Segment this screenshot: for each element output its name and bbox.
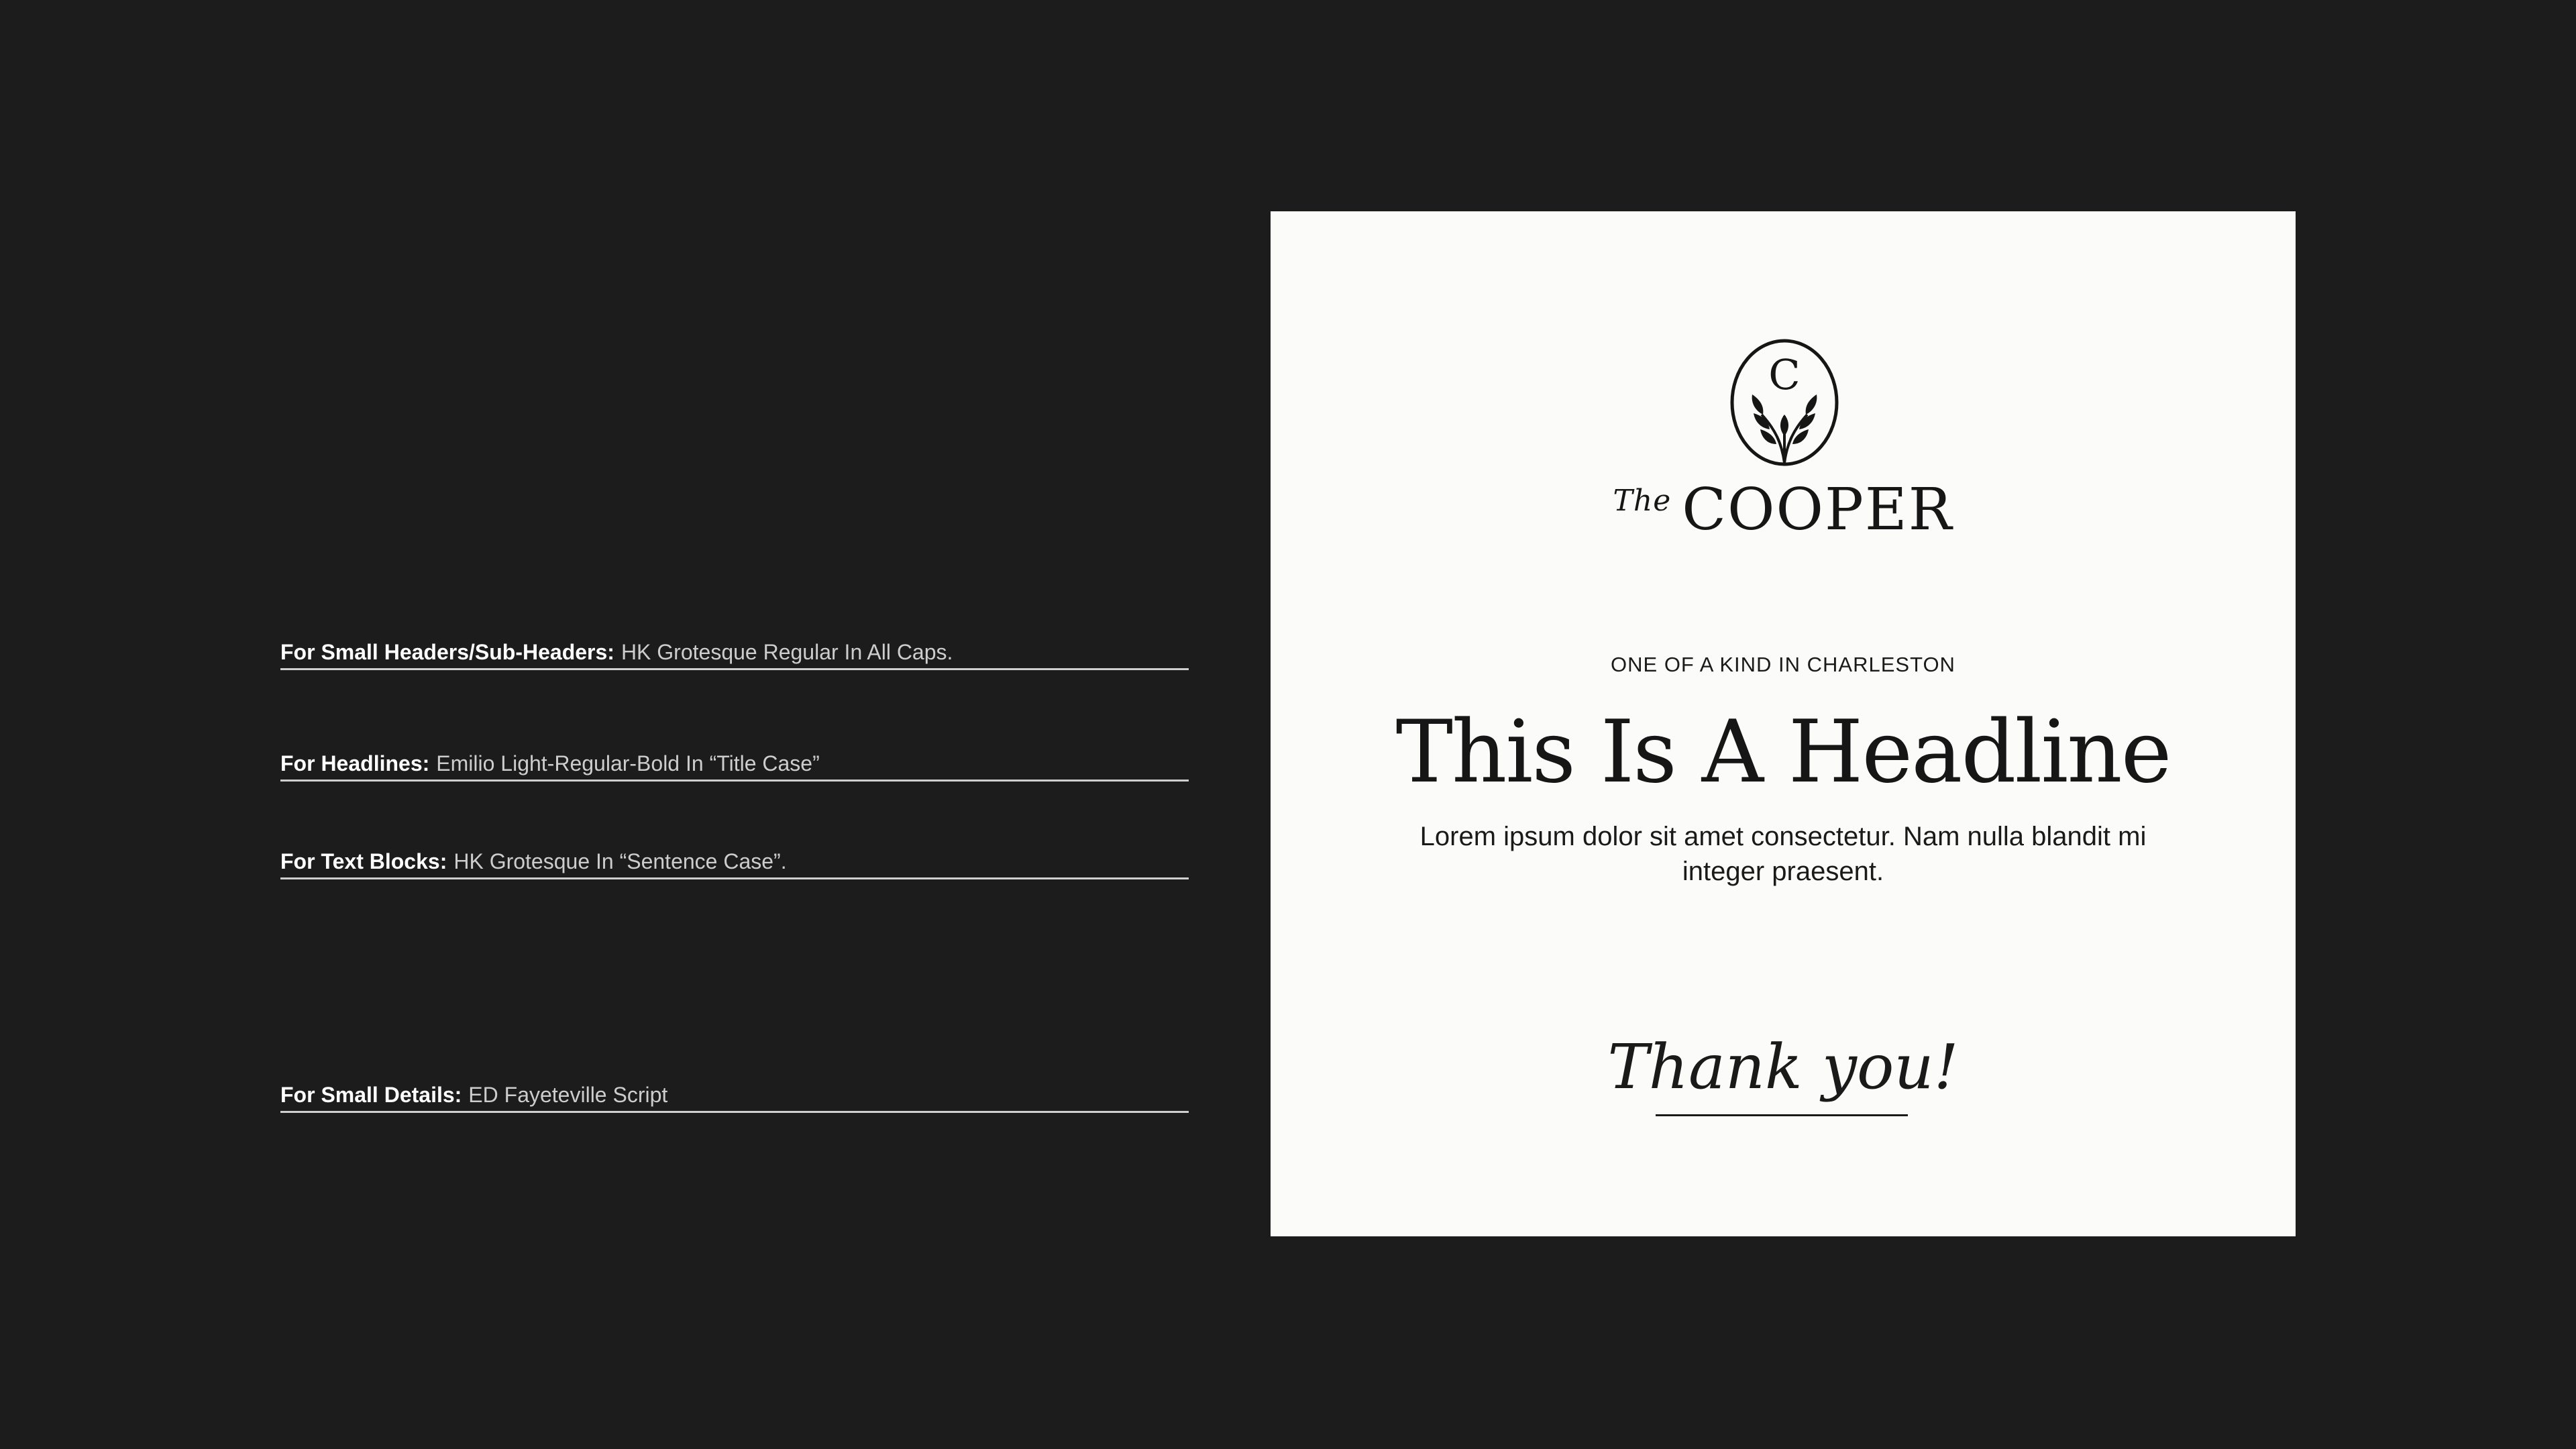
spec-description: ED Fayeteville Script	[468, 1083, 668, 1107]
logo-prefix: The	[1613, 484, 1672, 518]
spec-description: Emilio Light-Regular-Bold In “Title Case…	[436, 751, 820, 775]
brand-logo: C The COOPER	[1271, 335, 2296, 751]
spec-label: For Headlines:	[280, 751, 430, 775]
spec-label: For Text Blocks:	[280, 849, 447, 873]
sample-signature: Thank you!	[1607, 1031, 1959, 1103]
wheat-monogram-icon: C	[1730, 339, 1839, 466]
spec-description: HK Grotesque Regular In All Caps.	[621, 640, 953, 664]
spec-description: HK Grotesque In “Sentence Case”.	[453, 849, 787, 873]
spec-small-headers: For Small Headers/Sub-Headers: HK Grotesq…	[280, 639, 1189, 670]
spec-text-blocks: For Text Blocks: HK Grotesque In “Sentenc…	[280, 848, 1189, 879]
spec-label: For Small Details:	[280, 1083, 462, 1107]
spec-label: For Small Headers/Sub-Headers:	[280, 640, 614, 664]
sample-body-text: Lorem ipsum dolor sit amet consectetur. …	[1419, 822, 2147, 886]
logo-wordmark: The COOPER	[1271, 476, 2296, 543]
monogram-letter: C	[1768, 350, 1800, 399]
signature-underline	[1656, 1114, 1908, 1116]
logo-name: COOPER	[1682, 476, 1953, 543]
sample-headline: This Is A Headline	[1395, 702, 2172, 802]
sample-subheader: ONE OF A KIND IN CHARLESTON	[1611, 653, 1955, 676]
spec-small-details: For Small Details: ED Fayeteville Script	[280, 1081, 1189, 1113]
brand-typography-slide: For Small Headers/Sub-Headers: HK Grotesq…	[0, 0, 2576, 1449]
spec-headlines: For Headlines: Emilio Light-Regular-Bold …	[280, 750, 1189, 782]
sample-card: C The COOPER ONE OF A KIND IN CHARLESTON…	[1271, 211, 2296, 1236]
